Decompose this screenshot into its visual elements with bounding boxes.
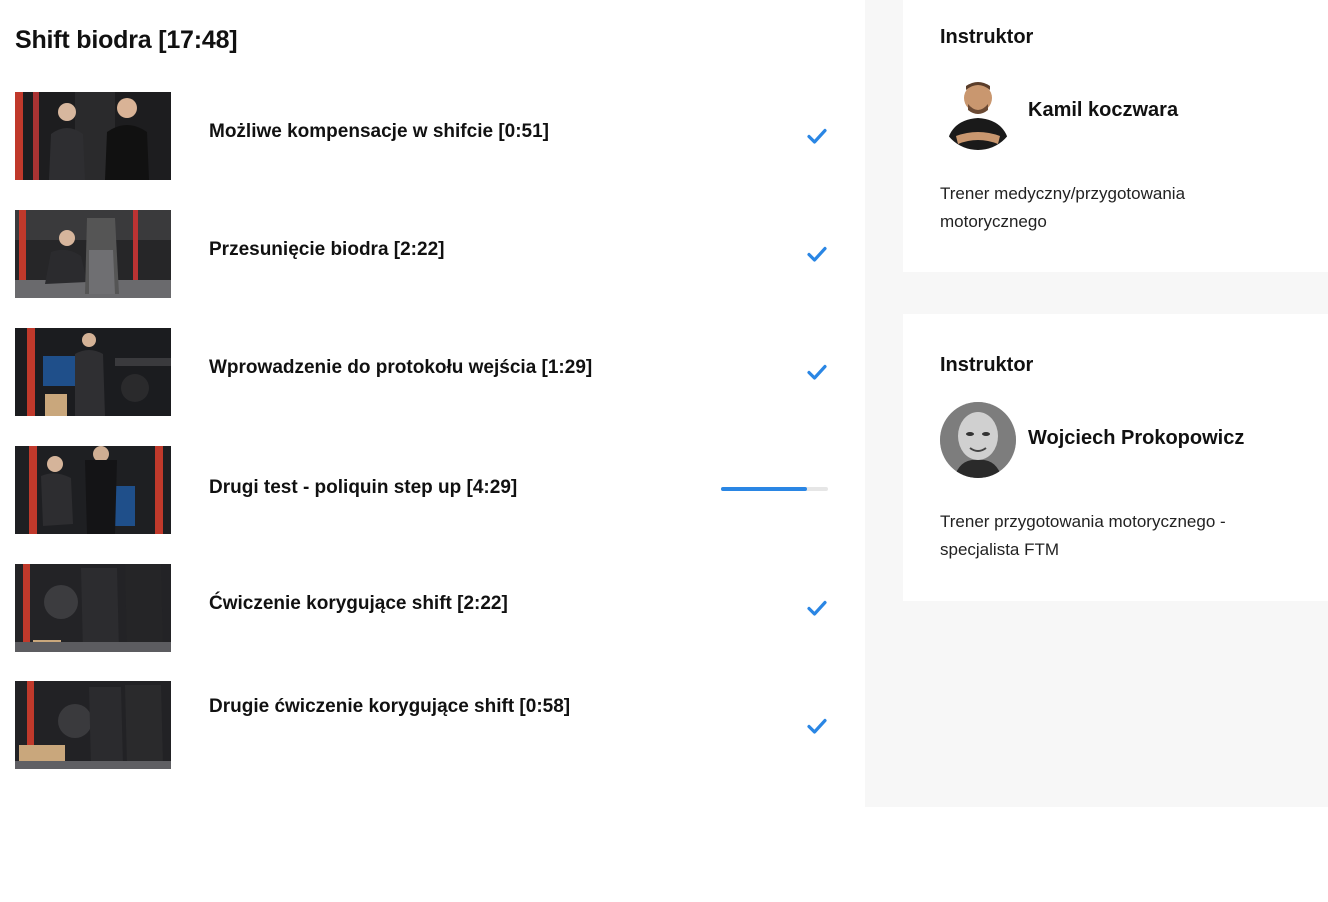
checkmark-icon [807, 246, 827, 262]
lesson-item[interactable]: Drugi test - poliquin step up [4:29] [15, 446, 830, 534]
lesson-thumbnail[interactable] [15, 328, 171, 416]
checkmark-icon [807, 718, 827, 734]
lesson-item[interactable]: Drugie ćwiczenie korygujące shift [0:58] [15, 681, 830, 769]
instructor-name[interactable]: Kamil koczwara [1028, 99, 1178, 122]
instructor-description: Trener przygotowania motorycznego - spec… [940, 512, 1226, 559]
checkmark-icon [807, 600, 827, 616]
lesson-item[interactable]: Możliwe kompensacje w shifcie [0:51] [15, 92, 830, 180]
lesson-thumbnail[interactable] [15, 564, 171, 652]
lesson-title[interactable]: Możliwe kompensacje w shifcie [0:51] [209, 121, 549, 143]
instructor-avatar[interactable] [940, 74, 1016, 150]
lesson-thumbnail[interactable] [15, 210, 171, 298]
lesson-progress-fill [721, 487, 807, 491]
instructor-name[interactable]: Wojciech Prokopowicz [1028, 427, 1244, 450]
checkmark-icon [807, 364, 827, 380]
instructor-avatar[interactable] [940, 402, 1016, 478]
lesson-thumbnail[interactable] [15, 92, 171, 180]
lesson-thumbnail[interactable] [15, 446, 171, 534]
section-title: Shift biodra [17:48] [15, 26, 238, 54]
instructor-description: Trener medyczny/przygotowania motoryczne… [940, 184, 1186, 231]
instructor-card: Instruktor Kamil koczwara Trener medyczn… [903, 0, 1328, 272]
lesson-title[interactable]: Przesunięcie biodra [2:22] [209, 239, 444, 261]
checkmark-icon [807, 128, 827, 144]
lesson-item[interactable]: Ćwiczenie korygujące shift [2:22] [15, 564, 830, 652]
instructor-card: Instruktor Wojciech Prokopowicz Trener p… [903, 314, 1328, 601]
lesson-item[interactable]: Przesunięcie biodra [2:22] [15, 210, 830, 298]
instructors-sidebar: Instruktor Kamil koczwara Trener medyczn… [865, 0, 1328, 807]
lesson-title[interactable]: Drugi test - poliquin step up [4:29] [209, 477, 517, 499]
lesson-title[interactable]: Wprowadzenie do protokołu wejścia [1:29] [209, 357, 592, 379]
instructor-heading: Instruktor [940, 26, 1034, 48]
lesson-progress-bar [721, 487, 828, 491]
lesson-list-panel: Shift biodra [17:48] Możliwe kompensacje… [0, 0, 865, 902]
instructor-heading: Instruktor [940, 354, 1034, 376]
lesson-title[interactable]: Drugie ćwiczenie korygujące shift [0:58] [209, 696, 570, 718]
lesson-item[interactable]: Wprowadzenie do protokołu wejścia [1:29] [15, 328, 830, 416]
lesson-title[interactable]: Ćwiczenie korygujące shift [2:22] [209, 593, 508, 615]
lesson-thumbnail[interactable] [15, 681, 171, 769]
